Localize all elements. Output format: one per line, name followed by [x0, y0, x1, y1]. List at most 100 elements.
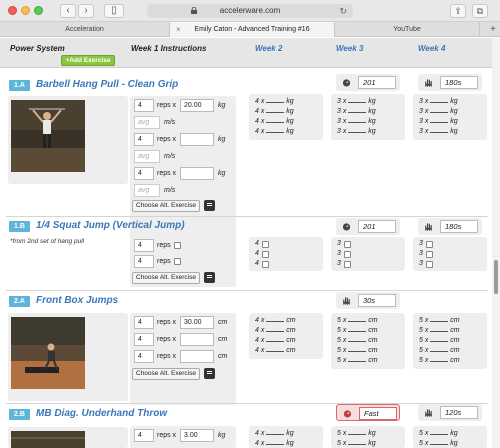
back-button[interactable]: ‹ [60, 4, 76, 18]
notes-icon[interactable] [204, 272, 215, 283]
week4-set-line: 3 x kg [419, 128, 458, 135]
set-complete-checkbox[interactable] [426, 251, 433, 258]
zoom-window-button[interactable] [34, 6, 43, 15]
tab-emily-caton[interactable]: × Emily Caton - Advanced Training #16 [170, 22, 335, 37]
reps-x-label: reps x [157, 170, 177, 177]
share-icon[interactable]: ⇪ [450, 4, 466, 18]
rest-value-input[interactable]: 201 [358, 76, 396, 89]
reps-input[interactable]: 4 [134, 239, 154, 252]
scrollbar-thumb[interactable] [494, 260, 498, 294]
add-exercise-button[interactable]: +Add Exercise [61, 55, 115, 66]
close-tab-icon[interactable]: × [176, 22, 181, 37]
load-input[interactable] [180, 133, 214, 146]
set-complete-checkbox[interactable] [344, 251, 351, 258]
set-complete-checkbox[interactable] [344, 241, 351, 248]
set-complete-checkbox[interactable] [344, 261, 351, 268]
tempo-value-input[interactable]: 180s [440, 220, 478, 233]
week3-set-line: 3 [337, 260, 341, 267]
week3-sets-panel: 3 3 3 [331, 237, 405, 271]
notes-icon[interactable] [204, 200, 215, 211]
height-input[interactable] [180, 350, 214, 363]
unit-label: kg [218, 432, 226, 439]
week1-sets-panel: 4 reps x 30.00 cm 4 reps x cm 4 reps x c… [130, 313, 236, 405]
week4-set-line: 3 [419, 250, 423, 257]
week2-sets-panel: 4 x kg 4 x kg [249, 426, 323, 448]
avg-velocity-input[interactable]: avg [134, 184, 160, 197]
choose-alt-exercise-button[interactable]: Choose Alt. Exercise [132, 368, 200, 380]
program-header: Power System Week 1 Instructions Week 2 … [0, 38, 492, 68]
tempo-value-input[interactable]: 120s [440, 406, 478, 419]
exercise-title-link[interactable]: MB Diag. Underhand Throw [36, 408, 167, 419]
set-complete-checkbox[interactable] [174, 242, 181, 249]
load-input[interactable]: 20.00 [180, 99, 214, 112]
set-complete-checkbox[interactable] [262, 261, 269, 268]
stopwatch-icon [342, 223, 351, 231]
exercise-video-thumbnail[interactable] [11, 100, 85, 172]
reps-input[interactable]: 4 [134, 133, 154, 146]
new-tab-button[interactable]: + [490, 22, 496, 37]
rest-value-input[interactable]: 201 [358, 220, 396, 233]
choose-alt-exercise-button[interactable]: Choose Alt. Exercise [132, 200, 200, 212]
unit-label: m/s [164, 153, 176, 160]
reps-x-label: reps x [157, 432, 177, 439]
exercise-video-thumbnail[interactable] [11, 317, 85, 389]
tempo-value-input[interactable]: 180s [440, 76, 478, 89]
week4-set-line: 3 [419, 240, 423, 247]
week2-set-line: 4 [255, 260, 259, 267]
minimize-window-button[interactable] [21, 6, 30, 15]
choose-alt-exercise-button[interactable]: Choose Alt. Exercise [132, 272, 200, 284]
set-complete-checkbox[interactable] [174, 258, 181, 265]
height-input[interactable] [180, 333, 214, 346]
week3-set-line: 3 [337, 250, 341, 257]
sidebar-toggle-icon[interactable]: ▯ [104, 4, 124, 18]
set-complete-checkbox[interactable] [262, 251, 269, 258]
hand-icon [425, 223, 432, 231]
unit-label: cm [218, 319, 228, 326]
avg-velocity-input[interactable]: avg [134, 150, 160, 163]
reps-input[interactable]: 4 [134, 255, 154, 268]
set-complete-checkbox[interactable] [426, 241, 433, 248]
scrollbar[interactable] [492, 38, 500, 448]
forward-button[interactable]: › [78, 4, 94, 18]
rest-value-input[interactable]: Fast [359, 407, 397, 420]
load-input[interactable]: 3.00 [180, 429, 214, 442]
exercise-media [8, 96, 128, 184]
reps-input[interactable]: 4 [134, 316, 154, 329]
week2-set-line: 4 x kg [255, 440, 294, 447]
reps-input[interactable]: 4 [134, 429, 154, 442]
tempo-value-input[interactable]: 30s [358, 294, 396, 307]
close-window-button[interactable] [8, 6, 17, 15]
exercise-video-thumbnail[interactable] [11, 431, 85, 448]
tabs-overview-icon[interactable]: ⧉ [472, 4, 488, 18]
set-complete-checkbox[interactable] [262, 241, 269, 248]
tab-acceleration[interactable]: Acceleration [0, 22, 170, 37]
hand-icon [343, 297, 350, 305]
load-input[interactable] [180, 167, 214, 180]
exercise-title-link[interactable]: 1/4 Squat Jump (Vertical Jump) [36, 220, 185, 231]
section-divider [6, 403, 488, 404]
exercise-media [8, 313, 128, 401]
section-divider [6, 216, 488, 217]
set-complete-checkbox[interactable] [426, 261, 433, 268]
week4-header[interactable]: Week 4 [418, 44, 445, 53]
tab-youtube[interactable]: YouTube [335, 22, 480, 37]
week4-sets-panel: 3 3 3 [413, 237, 487, 271]
height-input[interactable]: 30.00 [180, 316, 214, 329]
reps-input[interactable]: 4 [134, 333, 154, 346]
notes-icon[interactable] [204, 368, 215, 379]
reload-icon[interactable]: ↻ [339, 4, 347, 18]
week3-set-line: 3 [337, 240, 341, 247]
rest-timer-pill: 201 [336, 74, 400, 91]
avg-velocity-input[interactable]: avg [134, 116, 160, 129]
address-bar[interactable]: accelerware.com ↻ [147, 4, 353, 18]
reps-input[interactable]: 4 [134, 350, 154, 363]
reps-input[interactable]: 4 [134, 99, 154, 112]
exercise-title-link[interactable]: Front Box Jumps [36, 295, 118, 306]
week2-header[interactable]: Week 2 [255, 44, 282, 53]
reps-input[interactable]: 4 [134, 167, 154, 180]
exercise-badge: 2.B [9, 409, 30, 420]
week3-header[interactable]: Week 3 [336, 44, 363, 53]
hand-icon [425, 79, 432, 87]
exercise-title-link[interactable]: Barbell Hang Pull - Clean Grip [36, 79, 178, 90]
tempo-pill: 180s [418, 218, 482, 235]
